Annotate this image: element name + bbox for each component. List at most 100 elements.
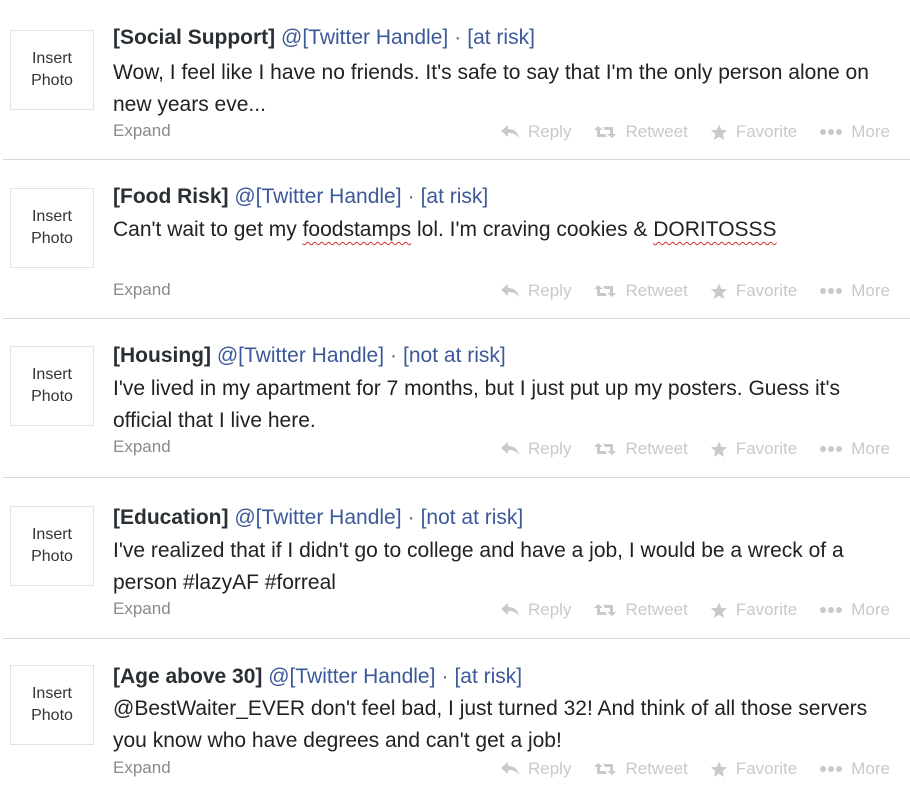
expand-link[interactable]: Expand <box>113 280 171 300</box>
photo-label-line1: Insert <box>31 685 72 702</box>
photo-label-line1: Insert <box>31 50 72 67</box>
favorite-button[interactable]: Favorite <box>710 600 797 620</box>
favorite-button[interactable]: Favorite <box>710 439 797 459</box>
expand-link[interactable]: Expand <box>113 121 171 141</box>
retweet-label: Retweet <box>625 439 688 458</box>
retweet-label: Retweet <box>625 759 688 778</box>
reply-icon <box>501 603 519 616</box>
reply-label: Reply <box>528 122 572 141</box>
photo-label-line2: Photo <box>31 230 73 247</box>
tweet-header: [Education] @[Twitter Handle] · [not at ri… <box>113 505 523 531</box>
reply-button[interactable]: Reply <box>500 759 571 779</box>
photo-label-line2: Photo <box>31 72 73 89</box>
reply-icon <box>501 442 519 455</box>
tweet-text-part: Can't wait to get my <box>113 218 303 241</box>
tweet-category: [Age above 30] <box>113 665 263 688</box>
favorite-icon <box>710 761 728 777</box>
photo-label-line2: Photo <box>31 548 73 565</box>
risk-label[interactable]: [at risk] <box>421 185 489 208</box>
photo-placeholder[interactable]: Insert Photo <box>10 665 94 745</box>
retweet-icon <box>594 604 617 616</box>
more-icon <box>820 288 843 294</box>
more-label: More <box>851 600 890 619</box>
tweet-actions: Reply Retweet Favorite More <box>478 122 890 142</box>
more-button[interactable]: More <box>819 759 890 779</box>
tweet-item: Insert Photo [Age above 30] @[Twitter Han… <box>0 639 910 790</box>
photo-placeholder[interactable]: Insert Photo <box>10 506 94 586</box>
more-icon <box>820 766 843 772</box>
reply-label: Reply <box>528 439 572 458</box>
favorite-icon <box>710 124 728 140</box>
reply-icon <box>501 284 519 297</box>
tweet-item: Insert Photo [Education] @[Twitter Handle… <box>0 478 910 638</box>
photo-placeholder[interactable]: Insert Photo <box>10 346 94 426</box>
reply-button[interactable]: Reply <box>500 600 571 620</box>
tweet-text: I've lived in my apartment for 7 months,… <box>113 377 840 432</box>
more-icon <box>820 446 843 452</box>
reply-button[interactable]: Reply <box>500 281 571 301</box>
favorite-label: Favorite <box>735 281 798 300</box>
favorite-button[interactable]: Favorite <box>710 759 797 779</box>
tweet-item: Insert Photo [Housing] @[Twitter Handle] ·… <box>0 319 910 477</box>
more-icon <box>820 129 843 135</box>
tweet-text: @BestWaiter_EVER don't feel bad, I just … <box>113 697 868 752</box>
retweet-button[interactable]: Retweet <box>593 122 688 142</box>
twitter-handle[interactable]: @[Twitter Handle] <box>268 665 435 688</box>
expand-link[interactable]: Expand <box>113 437 171 457</box>
reply-icon <box>501 125 519 138</box>
misspelled-word: foodstamps <box>302 218 412 241</box>
tweet-text: Wow, I feel like I have no friends. It's… <box>113 61 869 116</box>
expand-link[interactable]: Expand <box>113 758 171 778</box>
risk-label[interactable]: [at risk] <box>467 26 535 49</box>
tweet-category: [Education] <box>113 506 229 529</box>
risk-label[interactable]: [at risk] <box>454 665 522 688</box>
tweet-text: I've realized that if I didn't go to col… <box>113 539 844 594</box>
reply-icon <box>501 762 519 775</box>
risk-label[interactable]: [not at risk] <box>403 344 506 367</box>
photo-label-line2: Photo <box>31 388 73 405</box>
more-label: More <box>851 759 890 778</box>
risk-label[interactable]: [not at risk] <box>421 506 524 529</box>
retweet-button[interactable]: Retweet <box>593 759 688 779</box>
photo-placeholder[interactable]: Insert Photo <box>10 188 94 268</box>
retweet-icon <box>594 443 617 455</box>
reply-label: Reply <box>528 759 572 778</box>
favorite-label: Favorite <box>735 122 798 141</box>
photo-label-line1: Insert <box>31 366 72 383</box>
tweet-header: [Age above 30] @[Twitter Handle] · [at ris… <box>113 664 522 690</box>
reply-label: Reply <box>528 281 572 300</box>
more-label: More <box>851 281 890 300</box>
tweet-category: [Food Risk] <box>113 185 229 208</box>
retweet-button[interactable]: Retweet <box>593 281 688 301</box>
separator-dot: · <box>454 26 462 49</box>
favorite-button[interactable]: Favorite <box>710 122 797 142</box>
reply-button[interactable]: Reply <box>500 439 571 459</box>
expand-link[interactable]: Expand <box>113 599 171 619</box>
tweet-text-part: lol. I'm craving cookies & <box>411 218 654 241</box>
more-button[interactable]: More <box>819 439 890 459</box>
twitter-handle[interactable]: @[Twitter Handle] <box>234 506 401 529</box>
photo-placeholder[interactable]: Insert Photo <box>10 30 94 110</box>
favorite-icon <box>710 602 728 618</box>
favorite-button[interactable]: Favorite <box>710 281 797 301</box>
more-icon <box>820 607 843 613</box>
twitter-handle[interactable]: @[Twitter Handle] <box>217 344 384 367</box>
more-button[interactable]: More <box>819 122 890 142</box>
more-label: More <box>851 439 890 458</box>
reply-button[interactable]: Reply <box>500 122 571 142</box>
more-button[interactable]: More <box>819 281 890 301</box>
retweet-button[interactable]: Retweet <box>593 600 688 620</box>
more-label: More <box>851 122 890 141</box>
photo-label-line1: Insert <box>31 526 72 543</box>
misspelled-word: DORITOSSS <box>653 218 777 241</box>
twitter-handle[interactable]: @[Twitter Handle] <box>281 26 448 49</box>
retweet-icon <box>594 763 617 775</box>
twitter-handle[interactable]: @[Twitter Handle] <box>234 185 401 208</box>
reply-label: Reply <box>528 600 572 619</box>
separator-dot: · <box>407 185 415 208</box>
photo-label-line1: Insert <box>31 208 72 225</box>
more-button[interactable]: More <box>819 600 890 620</box>
tweet-actions: Reply Retweet Favorite More <box>478 439 890 459</box>
retweet-button[interactable]: Retweet <box>593 439 688 459</box>
tweet-actions: Reply Retweet Favorite More <box>478 281 890 301</box>
